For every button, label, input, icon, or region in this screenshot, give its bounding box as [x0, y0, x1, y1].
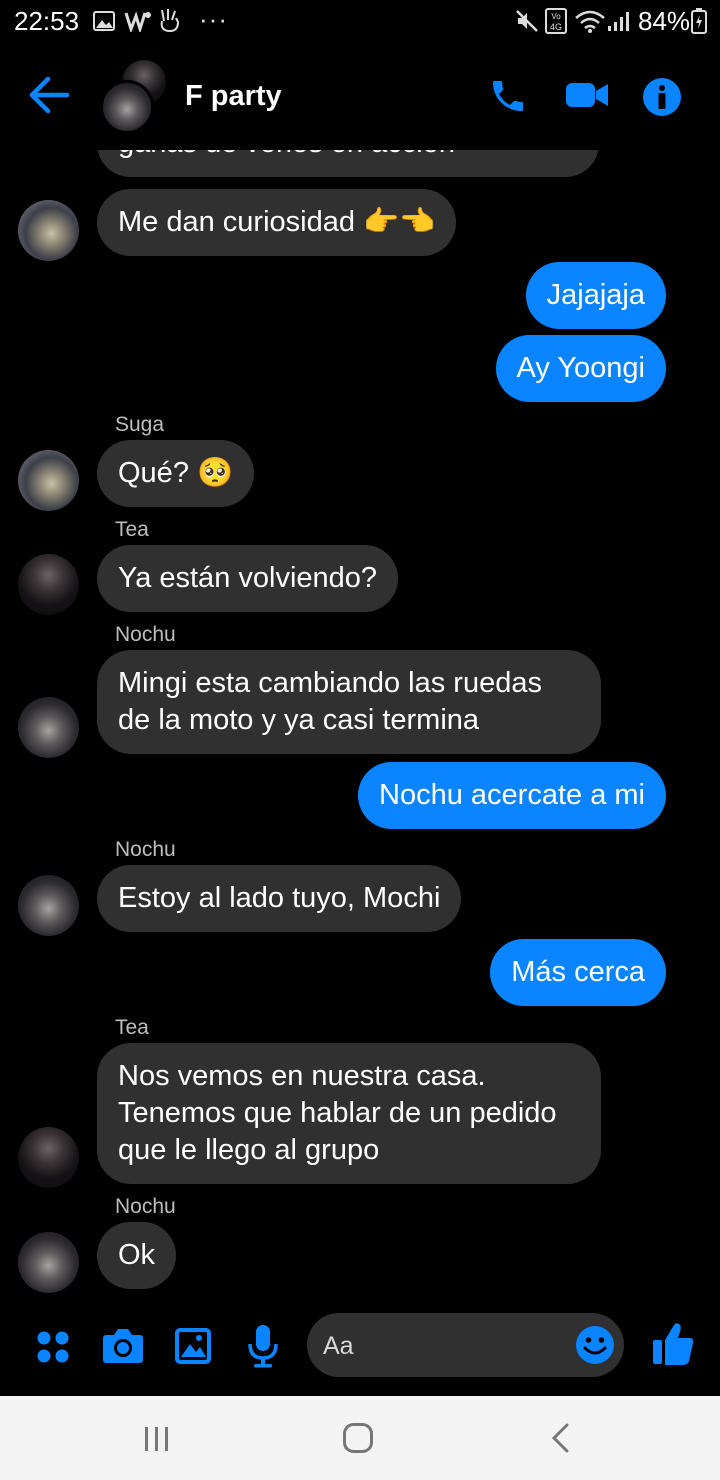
- message-bubble-incoming[interactable]: Qué? 🥺: [97, 440, 255, 507]
- message-text: Mingi esta cambiando las ruedas de la mo…: [118, 667, 542, 736]
- message-bubble-incoming[interactable]: Mingi esta cambiando las ruedas de la mo…: [97, 650, 601, 754]
- svg-text:Vo: Vo: [551, 12, 561, 21]
- message-bubble-incoming[interactable]: ganas de verlos en acción: [97, 150, 599, 177]
- message-bubble-outgoing[interactable]: Nochu acercate a mi: [358, 762, 666, 829]
- message-bubble-outgoing[interactable]: Ay Yoongi: [495, 335, 666, 402]
- status-app-icon: [124, 11, 151, 32]
- message-bubble-incoming[interactable]: Ok: [97, 1222, 177, 1289]
- system-nav-bar: [0, 1396, 720, 1480]
- gallery-icon[interactable]: [174, 1327, 212, 1365]
- emoji-icon[interactable]: [575, 1325, 615, 1365]
- message-bubble-incoming[interactable]: Me dan curiosidad 👉👈: [97, 189, 457, 256]
- sender-name: Nochu: [115, 1195, 176, 1218]
- message-text: Jajajaja: [546, 279, 645, 311]
- sender-name: Tea: [115, 518, 149, 541]
- message-text: Nochu acercate a mi: [379, 779, 645, 811]
- avatar[interactable]: [18, 1232, 79, 1293]
- message-text: Qué? 🥺: [118, 457, 234, 489]
- video-icon[interactable]: [565, 80, 609, 110]
- message-list[interactable]: ganas de verlos en acción Me dan curiosi…: [0, 150, 720, 1308]
- battery-icon: [691, 8, 707, 34]
- message-bubble-outgoing[interactable]: Jajajaja: [525, 262, 666, 329]
- menu-dots-icon[interactable]: [36, 1330, 70, 1364]
- message-bubble-incoming[interactable]: Ya están volviendo?: [97, 545, 399, 612]
- message-text: Ay Yoongi: [516, 352, 646, 384]
- message-text: Estoy al lado tuyo, Mochi: [118, 882, 441, 914]
- message-input[interactable]: [321, 1325, 565, 1367]
- message-text: Me dan curiosidad 👉👈: [118, 206, 436, 238]
- wifi-icon: [575, 10, 605, 33]
- avatar[interactable]: [18, 554, 79, 615]
- home-icon[interactable]: [342, 1422, 374, 1454]
- message-text: Más cerca: [511, 956, 645, 988]
- message-bubble-incoming[interactable]: Nos vemos en nuestra casa. Tenemos que h…: [97, 1043, 601, 1184]
- avatar[interactable]: [18, 697, 79, 758]
- back-arrow-icon[interactable]: [28, 76, 70, 114]
- battery-percent: 84%: [638, 6, 691, 36]
- avatar[interactable]: [18, 1127, 79, 1188]
- chat-header: F party: [0, 44, 720, 150]
- volte-icon: Vo4G: [545, 8, 567, 34]
- avatar[interactable]: [18, 875, 79, 936]
- mic-icon[interactable]: [248, 1324, 278, 1368]
- message-text: ganas de verlos en acción: [118, 150, 455, 159]
- sender-name: Nochu: [115, 838, 176, 861]
- sender-name: Nochu: [115, 623, 176, 646]
- group-avatar[interactable]: [100, 60, 170, 134]
- avatar[interactable]: [18, 450, 79, 511]
- phone-icon[interactable]: [488, 76, 528, 116]
- message-input-container[interactable]: [307, 1313, 624, 1377]
- group-avatar-front: [100, 80, 154, 134]
- status-bar: 22:53 ··· Vo 4G 84%: [0, 0, 720, 44]
- message-bubble-outgoing[interactable]: Más cerca: [490, 939, 666, 1006]
- sender-name: Suga: [115, 413, 165, 436]
- message-text: Ya están volviendo?: [118, 562, 378, 594]
- camera-icon[interactable]: [102, 1328, 144, 1364]
- info-icon[interactable]: [642, 77, 682, 117]
- chat-title[interactable]: F party: [185, 80, 282, 113]
- avatar[interactable]: [18, 200, 79, 261]
- message-text: Nos vemos en nuestra casa. Tenemos que h…: [118, 1060, 557, 1166]
- status-gallery-icon: [93, 11, 115, 31]
- message-text: Ok: [118, 1239, 156, 1271]
- svg-text:4G: 4G: [550, 22, 562, 32]
- status-time: 22:53: [14, 6, 80, 36]
- message-bubble-incoming[interactable]: Estoy al lado tuyo, Mochi: [97, 865, 462, 932]
- thumbs-up-icon[interactable]: [652, 1322, 694, 1366]
- back-nav-icon[interactable]: [549, 1423, 571, 1453]
- mute-icon: [516, 10, 538, 32]
- status-overflow: ···: [199, 4, 228, 34]
- sender-name: Tea: [115, 1016, 149, 1039]
- status-gesture-icon: [160, 9, 180, 33]
- recents-icon[interactable]: [143, 1426, 171, 1452]
- signal-icon: [608, 12, 629, 31]
